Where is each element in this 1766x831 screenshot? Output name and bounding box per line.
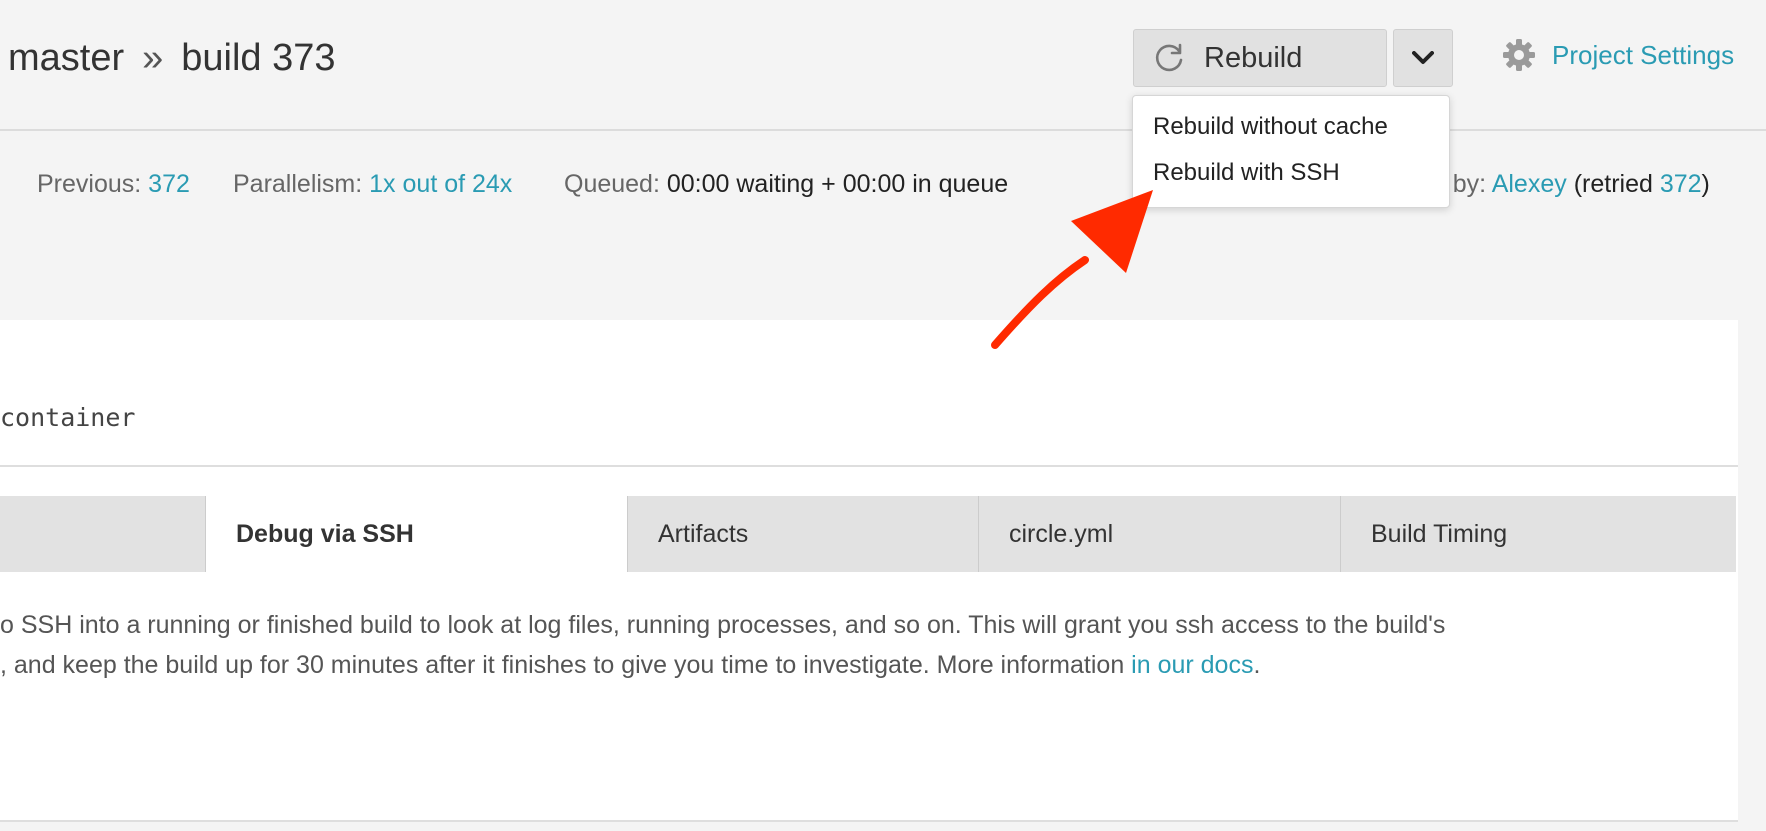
previous-build: Previous: 372 xyxy=(37,170,190,198)
tab-circle-yml[interactable]: circle.yml xyxy=(978,496,1341,572)
previous-build-link[interactable]: 372 xyxy=(148,170,190,198)
gear-icon xyxy=(1503,39,1535,71)
queued: Queued: 00:00 waiting + 00:00 in queue xyxy=(564,170,1009,198)
rebuild-button[interactable]: Rebuild xyxy=(1133,29,1387,87)
description-line-2: , and keep the build up for 30 minutes a… xyxy=(0,651,1261,679)
project-settings-label[interactable]: Project Settings xyxy=(1552,40,1734,71)
triggered-user-link[interactable]: Alexey xyxy=(1492,170,1567,198)
rebuild-dropdown-toggle[interactable] xyxy=(1393,29,1453,87)
breadcrumb-build: build 373 xyxy=(181,37,336,79)
refresh-icon xyxy=(1155,43,1183,72)
breadcrumb-separator: » xyxy=(142,37,164,79)
tab-previous[interactable] xyxy=(0,496,206,572)
panel-bottom-divider xyxy=(0,820,1738,822)
docs-link[interactable]: in our docs xyxy=(1131,651,1253,679)
ssh-description: o SSH into a running or finished build t… xyxy=(0,605,1700,685)
tab-artifacts[interactable]: Artifacts xyxy=(627,496,979,572)
breadcrumb-branch[interactable]: master xyxy=(8,37,124,79)
header-divider xyxy=(0,129,1766,131)
queued-value: 00:00 waiting + 00:00 in queue xyxy=(666,170,1009,198)
tab-build-timing[interactable]: Build Timing xyxy=(1340,496,1736,572)
chevron-down-icon xyxy=(1412,51,1434,64)
container-label: container xyxy=(0,403,136,432)
parallelism: Parallelism: 1x out of 24x xyxy=(233,170,513,198)
rebuild-label: Rebuild xyxy=(1204,41,1303,74)
build-tabs: Debug via SSH Artifacts circle.yml Build… xyxy=(0,496,1736,572)
rebuild-without-cache-item[interactable]: Rebuild without cache xyxy=(1153,113,1388,141)
tab-debug-via-ssh[interactable]: Debug via SSH xyxy=(205,496,628,572)
project-settings-link[interactable]: Project Settings xyxy=(1502,38,1734,72)
panel-divider xyxy=(0,465,1738,467)
breadcrumb: master » build 373 xyxy=(8,32,336,84)
rebuild-dropdown-menu: Rebuild without cache Rebuild with SSH xyxy=(1132,95,1450,208)
rebuild-with-ssh-item[interactable]: Rebuild with SSH xyxy=(1153,159,1340,187)
triggered-by: ed by: Alexey (retried 372) xyxy=(1418,170,1710,198)
parallelism-link[interactable]: 1x out of 24x xyxy=(369,170,512,198)
annotation-arrow-icon xyxy=(991,190,1153,349)
description-line-1: o SSH into a running or finished build t… xyxy=(0,611,1446,639)
retried-build-link[interactable]: 372 xyxy=(1660,170,1702,198)
